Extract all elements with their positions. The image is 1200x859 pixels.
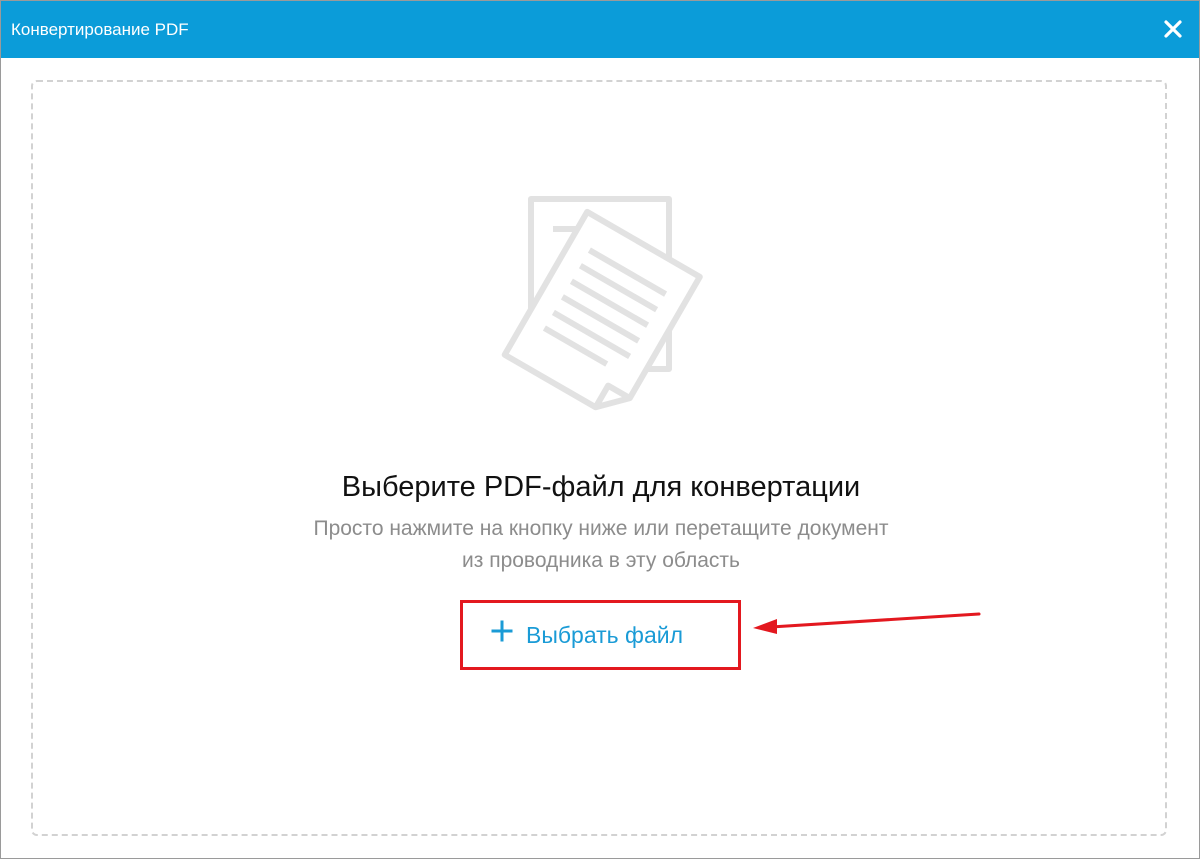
drop-zone-hint-line-2: из проводника в эту область: [462, 549, 740, 572]
pdf-convert-dialog: Конвертирование PDF Выберите PDF-файл дл…: [0, 0, 1200, 859]
close-button[interactable]: [1161, 17, 1185, 41]
drop-zone-heading: Выберите PDF-файл для конвертации: [341, 471, 861, 503]
choose-file-label: Выбрать файл: [526, 622, 684, 648]
choose-file-button[interactable]: Выбрать файл: [460, 600, 741, 670]
drop-zone-hint-line-1: Просто нажмите на кнопку ниже или перета…: [313, 517, 889, 540]
close-icon: [1164, 20, 1182, 38]
title-bar: Конвертирование PDF: [1, 1, 1199, 58]
documents-icon: [501, 196, 703, 411]
arrow-left-icon: [753, 612, 981, 634]
plus-icon: [491, 620, 513, 642]
dialog-title: Конвертирование PDF: [11, 20, 189, 39]
